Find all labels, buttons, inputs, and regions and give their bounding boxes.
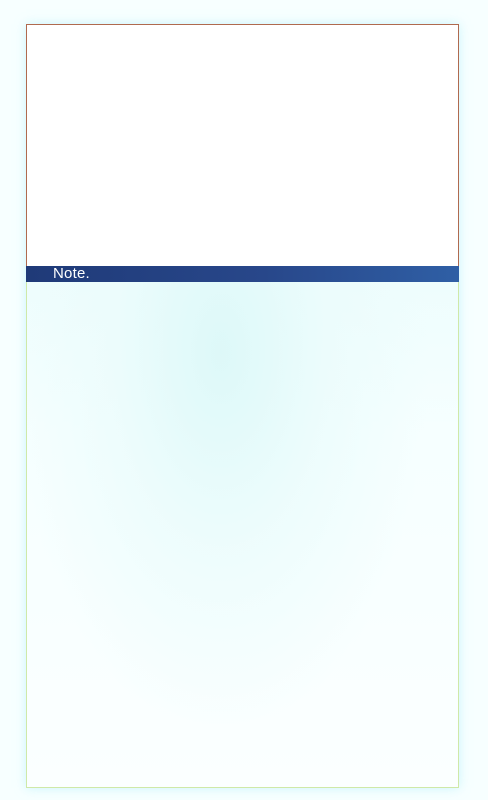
note-header-label: Note. <box>53 265 90 282</box>
note-body <box>27 282 458 787</box>
preview-area <box>26 24 459 266</box>
note-header-bar: Note. <box>26 266 459 282</box>
